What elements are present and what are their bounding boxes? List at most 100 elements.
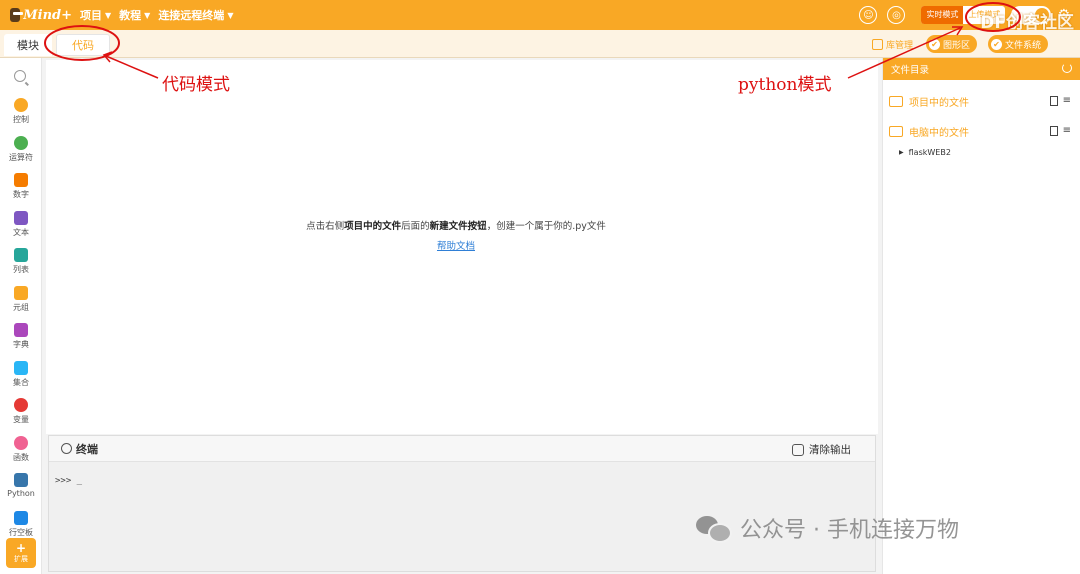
menu-remote-terminal[interactable]: 连接远程终端 ▼ [158,7,233,23]
refresh-icon[interactable] [1062,63,1072,73]
menu-remote-terminal-label: 连接远程终端 [158,9,225,22]
sidebar-item-label: Python [7,489,35,498]
empty-editor-hint: 点击右侧项目中的文件后面的新建文件按钮，创建一个属于你的.py文件 [46,218,866,232]
sidebar-item[interactable]: Python [0,473,42,498]
search-icon[interactable] [14,70,26,82]
category-dot-icon [14,135,28,150]
target-icon[interactable]: ◎ [887,6,906,24]
project-files-section[interactable]: 项目中的文件 ≡ [889,92,1075,110]
text-square-icon [14,210,28,225]
menu-tutorial-label: 教程 [119,9,142,22]
sidebar-item[interactable]: 变量 [0,398,42,425]
sidebar-item-label: 文本 [13,227,29,237]
caret-down-icon: ▼ [105,10,112,20]
mode-toggle[interactable]: 实时模式 上传模式 [921,6,1006,24]
new-file-icon[interactable] [1049,95,1058,106]
drawing-label: 图形区 [943,40,971,51]
extension-button[interactable]: + 扩展 [6,538,36,568]
library-label: 库管理 [886,40,914,51]
triangle-right-icon: ▶ [899,149,904,156]
file-system-button[interactable]: ✔ 文件系统 [988,35,1049,53]
sidebar-item[interactable]: 字典 [0,323,42,350]
menu-icon[interactable]: ≡ [1063,125,1071,136]
gear-icon[interactable]: ⚙ [1057,7,1070,23]
sidebar-item-label: 字典 [13,340,29,349]
sidebar-item[interactable]: 文本 [0,210,42,238]
library-manager-button[interactable]: 库管理 [872,35,913,53]
terminal-prompt[interactable]: >>> _ [55,476,875,486]
clear-output-button[interactable]: 清除输出 [792,442,851,457]
sidebar-item[interactable]: 集合 [0,360,42,388]
hint-mid: 后面的 [401,221,430,232]
python-logo-icon [14,473,28,487]
bottom-watermark-text: 公众号 · 手机连接万物 [740,518,959,543]
tab-blocks[interactable]: 模块 [4,34,52,56]
menu-project-label: 项目 [80,9,102,22]
mode-upload-button[interactable]: 上传模式 [963,6,1005,24]
code-editor-area[interactable]: 点击右侧项目中的文件后面的新建文件按钮，创建一个属于你的.py文件 帮助文档 [46,60,878,434]
tree-item-label: flaskWEB2 [908,148,951,157]
hint-new-file-button: 新建文件按钮 [429,221,487,232]
category-dot-icon [14,398,28,412]
hint-prefix: 点击右侧 [306,221,345,232]
caret-down-icon: ▼ [144,10,151,20]
sidebar-item[interactable]: 元组 [0,285,42,313]
code-mode-annotation: 代码模式 [162,75,230,95]
menu-tutorial[interactable]: 教程 ▼ [119,7,150,23]
computer-files-actions: ≡ [1049,125,1071,136]
menu-project[interactable]: 项目 ▼ [80,7,111,23]
help-docs-link[interactable]: 帮助文档 [46,238,866,252]
tree-item[interactable]: ▶ flaskWEB2 [899,148,951,157]
sidebar-item-label: 行空板 [9,527,33,537]
sidebar-item[interactable]: 运算符 [0,135,42,163]
tab-bar: 模块 代码 库管理 ✔ 图形区 ✔ 文件系统 [0,30,1080,58]
number-square-icon [14,173,28,187]
category-dot-icon [14,98,28,112]
computer-files-section[interactable]: 电脑中的文件 ≡ [889,122,1075,140]
terminal-title: 终端 [61,441,98,457]
sidebar-item-label: 数字 [13,190,29,199]
dict-icon [14,323,28,337]
clear-icon [792,443,804,456]
sidebar-item-label: 集合 [13,377,29,387]
topbar-right-controls: ☺ ◎ 实时模式 上传模式 ⚙ [859,0,1080,30]
folder-icon [889,95,903,107]
sidebar-item-label: 列表 [13,265,29,274]
python-mode-annotation: python模式 [738,75,832,95]
sidebar-item-label: 变量 [13,415,29,424]
file-panel-title: 文件目录 [891,65,930,76]
block-category-sidebar: 控制运算符数字文本列表元组字典集合变量函数 Python 行空板 + 扩展 [0,58,42,574]
plus-icon: + [15,541,27,555]
new-file-icon[interactable] [1049,125,1058,136]
sidebar-item[interactable]: 控制 [0,98,42,125]
drawing-area-button[interactable]: ✔ 图形区 [926,35,978,53]
menu-icon[interactable]: ≡ [1063,95,1071,106]
list-icon [14,248,28,262]
feedback-icon[interactable]: ☺ [859,6,878,24]
tuple-icon [14,285,28,300]
main-menu: 项目 ▼ 教程 ▼ 连接远程终端 ▼ [72,7,233,23]
top-bar: Mind+ 项目 ▼ 教程 ▼ 连接远程终端 ▼ ☺ ◎ 实时模式 上传模式 ⚙ [0,0,1080,30]
terminal-icon [61,443,72,454]
app-logo: Mind+ [10,8,72,23]
sidebar-item[interactable]: 行空板 [0,510,42,538]
caret-down-icon: ▼ [227,10,234,20]
sidebar-item[interactable]: 数字 [0,173,42,200]
file-panel-header: 文件目录 [883,58,1080,80]
robot-logo-icon [10,8,24,22]
sidebar-item[interactable]: 函数 [0,435,42,463]
board-icon [14,510,28,525]
sidebar-item-label: 函数 [13,452,29,462]
extension-label: 扩展 [14,555,28,563]
project-files-actions: ≡ [1049,95,1071,106]
terminal-title-label: 终端 [76,442,98,456]
hint-suffix: ，创建一个属于你的.py文件 [486,221,606,232]
hint-project-files: 项目中的文件 [344,221,402,232]
terminal-panel: 终端 清除输出 >>> _ [48,435,876,572]
python-mode-switch[interactable] [1011,6,1052,24]
category-dot-icon [14,435,28,450]
mode-live-button[interactable]: 实时模式 [921,6,964,24]
sidebar-item[interactable]: 列表 [0,248,42,275]
tab-code[interactable]: 代码 [56,34,110,56]
file-directory-panel: 文件目录 项目中的文件 ≡ 电脑中的文件 ≡ ▶ flaskWEB2 [882,58,1080,574]
